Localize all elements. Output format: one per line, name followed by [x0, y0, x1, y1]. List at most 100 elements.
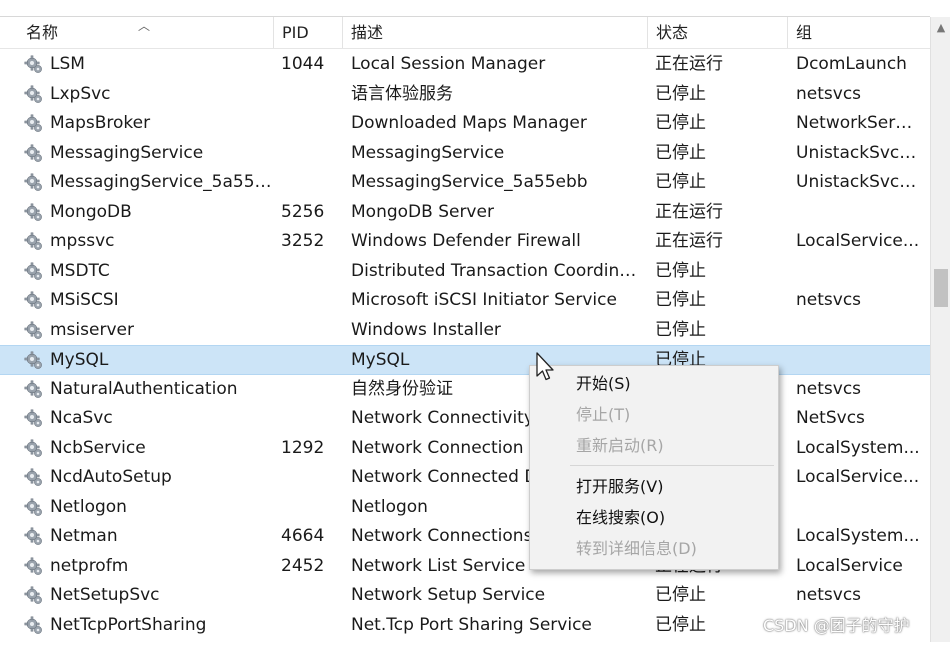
- service-status: 已停止: [655, 319, 706, 340]
- service-group: LocalService...: [796, 231, 920, 251]
- service-description: MessagingService_5a55ebb: [351, 172, 588, 192]
- service-pid: [281, 139, 339, 169]
- service-group: UnistackSvcG...: [796, 172, 920, 192]
- gear-icon: [24, 586, 44, 606]
- service-group: netsvcs: [796, 83, 862, 104]
- service-row[interactable]: LSM 1044 Local Session Manager 正在运行 DcomLaun…: [0, 50, 930, 80]
- services-list: LSM 1044 Local Session Manager 正在运行 DcomLaun…: [0, 50, 930, 640]
- service-row[interactable]: MessagingService MessagingService 已停止 Unist…: [0, 139, 930, 169]
- service-name: NaturalAuthentication: [50, 378, 238, 399]
- service-name: Netman: [50, 526, 118, 546]
- menu-separator: [570, 465, 774, 466]
- service-row[interactable]: NetSetupSvc Network Setup Service 已停止 netsv…: [0, 581, 930, 611]
- service-pid: [281, 404, 339, 434]
- service-row[interactable]: MySQL MySQL 已停止: [0, 345, 930, 375]
- service-row[interactable]: MessagingService_5a55e... MessagingServic…: [0, 168, 930, 198]
- gear-icon: [24, 262, 44, 282]
- service-status: 正在运行: [655, 201, 723, 222]
- service-row[interactable]: Netlogon Netlogon: [0, 493, 930, 523]
- service-name: NcbService: [50, 437, 146, 458]
- service-pid: [281, 80, 339, 110]
- service-row[interactable]: NcbService 1292 Network Connection LocalSys…: [0, 434, 930, 464]
- service-status: 已停止: [655, 260, 706, 281]
- service-group: NetworkServ...: [796, 113, 920, 133]
- service-row[interactable]: msiserver Windows Installer 已停止: [0, 316, 930, 346]
- service-pid: 1044: [281, 54, 325, 74]
- scrollbar-thumb[interactable]: [934, 269, 948, 307]
- column-header-group[interactable]: 组: [787, 17, 930, 48]
- service-row[interactable]: MongoDB 5256 MongoDB Server 正在运行: [0, 198, 930, 228]
- service-row[interactable]: netprofm2452Network List Service正在运行Loca…: [0, 552, 930, 582]
- gear-icon: [24, 55, 44, 75]
- service-group: [796, 257, 920, 287]
- service-row[interactable]: mpssvc 3252 Windows Defender Firewall 正在运行 L…: [0, 227, 930, 257]
- service-name: netprofm: [50, 555, 129, 576]
- context-menu: 开始(S) 停止(T) 重新启动(R) 打开服务(V) 在线搜索(O) 转到详细…: [529, 365, 779, 570]
- service-description: 语言体验服务: [351, 83, 453, 104]
- service-row[interactable]: LxpSvc 语言体验服务 已停止 netsvcs: [0, 80, 930, 110]
- service-description: Windows Installer: [351, 319, 501, 340]
- column-header-pid[interactable]: PID: [273, 17, 342, 48]
- scroll-up-arrow-icon[interactable]: ▲: [931, 19, 950, 37]
- vertical-scrollbar[interactable]: ▲: [930, 17, 950, 642]
- service-group: DcomLaunch: [796, 54, 907, 74]
- service-status: 已停止: [655, 83, 706, 104]
- service-name: NetTcpPortSharing: [50, 614, 207, 635]
- service-row[interactable]: MSiSCSI Microsoft iSCSI Initiator Service…: [0, 286, 930, 316]
- service-pid: 3252: [281, 231, 325, 251]
- service-name: mpssvc: [50, 231, 115, 251]
- column-header-name[interactable]: 名称 ︿: [0, 17, 273, 48]
- gear-icon: [24, 203, 44, 223]
- service-row[interactable]: NcaSvc Network Connectivity NetSvcs: [0, 404, 930, 434]
- service-row[interactable]: NaturalAuthentication 自然身份验证 netsvcs: [0, 375, 930, 405]
- gear-icon: [24, 557, 44, 577]
- service-pid: [281, 316, 339, 346]
- gear-icon: [24, 527, 44, 547]
- service-group: [796, 316, 920, 346]
- service-status: 正在运行: [655, 231, 723, 251]
- gear-icon: [24, 498, 44, 518]
- gear-icon: [24, 114, 44, 134]
- column-header-row: 名称 ︿ PID 描述 状态 组: [0, 17, 930, 49]
- service-name: Netlogon: [50, 496, 127, 517]
- gear-icon: [24, 439, 44, 459]
- service-name: NcaSvc: [50, 408, 113, 428]
- service-group: LocalService: [796, 555, 903, 576]
- service-name: MSiSCSI: [50, 290, 119, 310]
- service-group: netsvcs: [796, 290, 862, 310]
- service-pid: [281, 493, 339, 523]
- service-description: Windows Defender Firewall: [351, 231, 581, 251]
- service-description: MongoDB Server: [351, 201, 494, 222]
- service-pid: 1292: [281, 437, 325, 458]
- service-name: MySQL: [50, 350, 109, 370]
- service-description: Net.Tcp Port Sharing Service: [351, 614, 592, 635]
- service-name: MessagingService_5a55e...: [50, 172, 272, 192]
- service-group: LocalSystem...: [796, 526, 920, 546]
- service-pid: [281, 611, 339, 641]
- gear-icon: [24, 85, 44, 105]
- gear-icon: [24, 291, 44, 311]
- service-row[interactable]: Netman 4664 Network Connections LocalSystem…: [0, 522, 930, 552]
- service-name: MessagingService: [50, 142, 204, 163]
- column-header-description[interactable]: 描述: [342, 17, 647, 48]
- column-header-status[interactable]: 状态: [647, 17, 787, 48]
- service-row[interactable]: MapsBroker Downloaded Maps Manager 已停止 Netw…: [0, 109, 930, 139]
- service-description: Downloaded Maps Manager: [351, 113, 587, 133]
- service-row[interactable]: MSDTC Distributed Transaction Coordina...…: [0, 257, 930, 287]
- service-name: MSDTC: [50, 260, 110, 281]
- service-status: 已停止: [655, 172, 706, 192]
- menu-item-open-services[interactable]: 打开服务(V): [576, 472, 663, 502]
- column-header-name-label: 名称: [26, 23, 59, 42]
- gear-icon: [24, 351, 44, 371]
- service-group: NetSvcs: [796, 408, 865, 428]
- service-status: 已停止: [655, 585, 706, 605]
- menu-item-start[interactable]: 开始(S): [576, 369, 631, 399]
- service-name: NetSetupSvc: [50, 585, 160, 605]
- service-name: LSM: [50, 54, 85, 74]
- sort-ascending-icon: ︿: [138, 19, 151, 33]
- service-name: NcdAutoSetup: [50, 467, 172, 487]
- service-row[interactable]: NcdAutoSetup Network Connected D LocalServ…: [0, 463, 930, 493]
- service-pid: [281, 581, 339, 611]
- menu-item-search-online[interactable]: 在线搜索(O): [576, 503, 665, 533]
- menu-item-go-to-details: 转到详细信息(D): [576, 539, 697, 558]
